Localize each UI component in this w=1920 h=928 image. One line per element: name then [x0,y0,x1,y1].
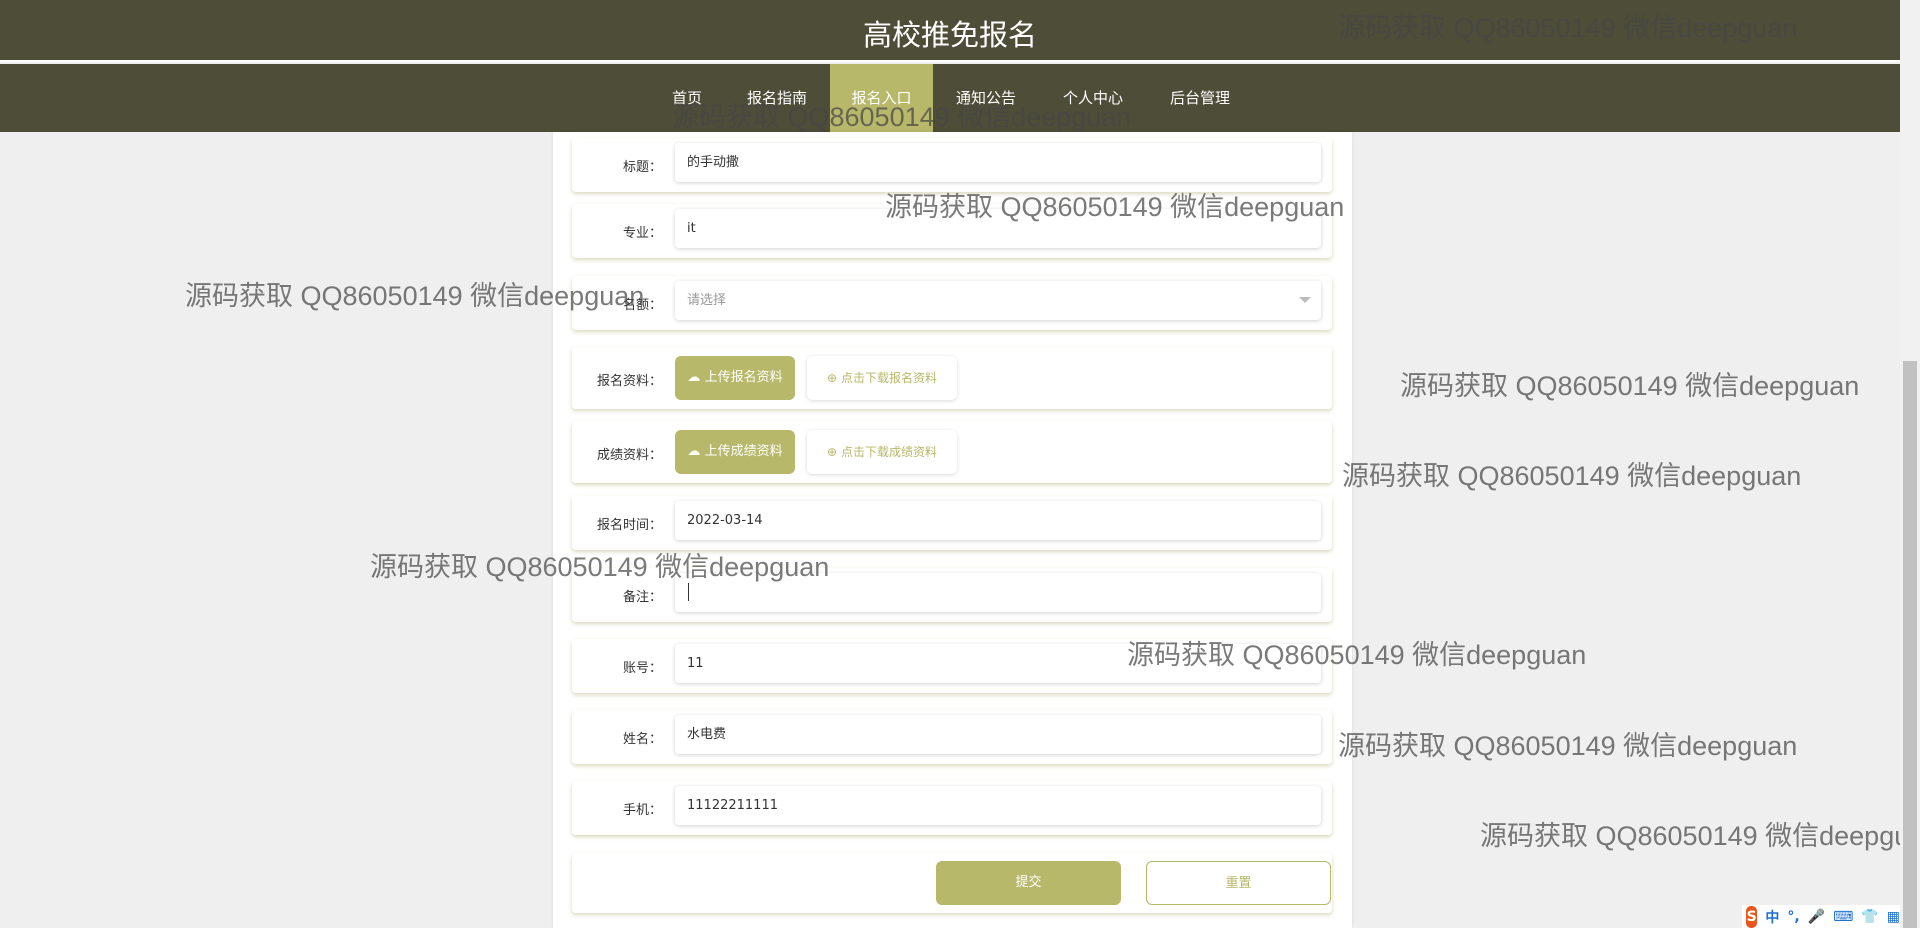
apply-time-input[interactable]: 2022-03-14 [675,501,1321,540]
form-row-apply-time: 报名时间： 2022-03-14 [572,496,1332,550]
major-label: 专业： [622,226,662,241]
site-title: 高校推免报名 [862,18,1037,52]
submit-button[interactable]: 提交 [936,861,1121,905]
quota-select[interactable]: 请选择 [675,281,1321,320]
header-bar: 高校推免报名 [0,0,1900,62]
form-row-title: 标题： 的手动撒 [572,138,1332,192]
download-icon: ⊕ [827,445,838,459]
scrollbar[interactable] [1900,0,1920,928]
microphone-icon[interactable]: 🎤 [1808,909,1825,925]
account-label: 账号： [622,661,662,676]
upload-apply-label: 上传报名资料 [704,370,783,385]
name-input[interactable]: 水电费 [675,715,1321,754]
form-row-quota: 名额： 请选择 [572,276,1332,330]
phone-input[interactable]: 11122211111 [675,786,1321,825]
upload-apply-file-button[interactable]: ☁ 上传报名资料 [675,356,795,400]
download-apply-file-button[interactable]: ⊕ 点击下载报名资料 [807,356,957,400]
download-icon: ⊕ [827,371,838,385]
nav-notice[interactable]: 通知公告 [936,64,1036,132]
form-row-phone: 手机： 11122211111 [572,781,1332,835]
quota-label: 名额： [622,298,662,313]
watermark: 源码获取 QQ86050149 微信deepguan [1480,821,1920,851]
apply-form: 标题： 的手动撒 专业： it 名额： 请选择 报名资料： ☁ 上传报名资料 ⊕… [553,132,1352,928]
apply-time-label: 报名时间： [596,518,662,533]
form-row-remark: 备注： [572,568,1332,622]
upload-score-label: 上传成绩资料 [704,444,783,459]
title-input[interactable]: 的手动撒 [675,143,1321,182]
form-actions: 提交 重置 [572,853,1332,913]
remark-label: 备注： [622,590,662,605]
scrollbar-thumb[interactable] [1903,361,1917,928]
cloud-upload-icon: ☁ [687,370,701,385]
major-input[interactable]: it [675,209,1321,248]
remark-input[interactable] [675,573,1321,612]
watermark: 源码获取 QQ86050149 微信deepguan [1342,461,1802,491]
nav-apply[interactable]: 报名入口 [830,64,933,132]
cloud-upload-icon: ☁ [687,444,701,459]
title-label: 标题： [622,160,662,175]
chevron-down-icon [1299,297,1311,303]
download-score-label: 点击下载成绩资料 [840,445,937,459]
reset-button[interactable]: 重置 [1146,861,1331,905]
phone-label: 手机： [622,803,662,818]
watermark: 源码获取 QQ86050149 微信deepguan [1400,371,1860,401]
nav-home[interactable]: 首页 [637,64,737,132]
main-nav: 首页 报名指南 报名入口 通知公告 个人中心 后台管理 [0,64,1900,132]
account-input[interactable]: 11 [675,644,1321,683]
ime-toolbar[interactable]: S 中 °, 🎤 ⌨ 👕 ▦ [1742,905,1900,928]
form-row-name: 姓名： 水电费 [572,710,1332,764]
grid-icon[interactable]: ▦ [1887,909,1900,925]
score-file-label: 成绩资料： [596,448,662,463]
form-row-account: 账号： 11 [572,639,1332,693]
nav-profile[interactable]: 个人中心 [1043,64,1143,132]
nav-admin[interactable]: 后台管理 [1150,64,1250,132]
skin-icon[interactable]: 👕 [1861,909,1878,925]
ime-lang[interactable]: 中 [1765,907,1779,927]
quota-placeholder: 请选择 [687,293,727,308]
apply-file-label: 报名资料： [596,374,662,389]
form-row-major: 专业： it [572,204,1332,258]
name-label: 姓名： [622,732,662,747]
download-score-file-button[interactable]: ⊕ 点击下载成绩资料 [807,430,957,474]
form-row-score-file: 成绩资料： ☁ 上传成绩资料 ⊕ 点击下载成绩资料 [572,421,1332,483]
download-apply-label: 点击下载报名资料 [840,371,937,385]
upload-score-file-button[interactable]: ☁ 上传成绩资料 [675,430,795,474]
keyboard-icon[interactable]: ⌨ [1833,909,1853,925]
form-row-apply-file: 报名资料： ☁ 上传报名资料 ⊕ 点击下载报名资料 [572,347,1332,409]
watermark: 源码获取 QQ86050149 微信deepguan [1338,731,1798,761]
text-caret [688,583,689,601]
sogou-logo-icon: S [1746,905,1758,928]
nav-guide[interactable]: 报名指南 [727,64,827,132]
ime-punct[interactable]: °, [1787,909,1799,925]
